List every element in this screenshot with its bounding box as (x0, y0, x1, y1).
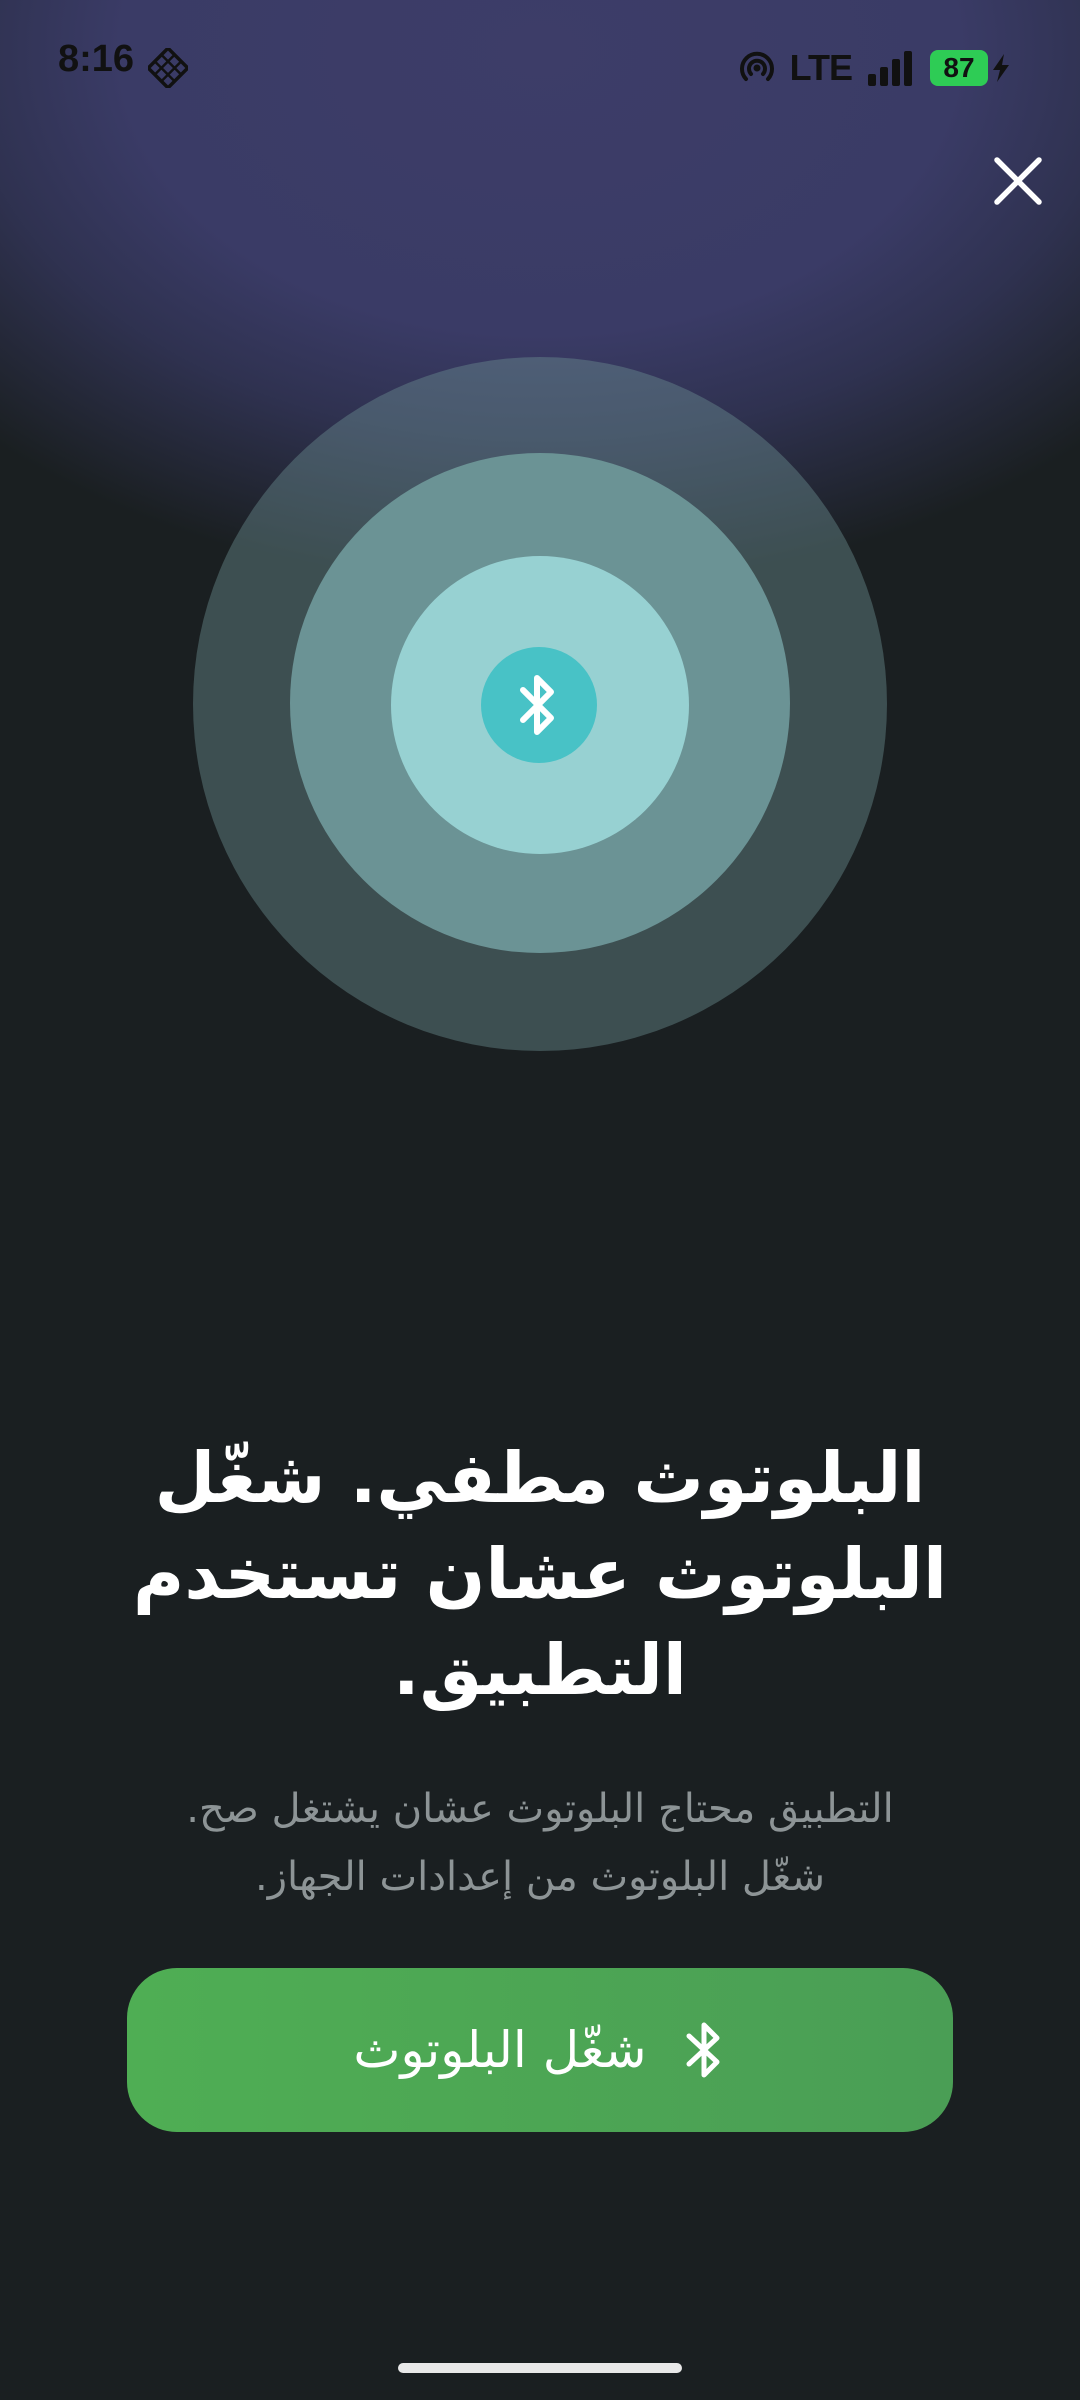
enable-bluetooth-button[interactable]: شغّل البلوتوث (127, 1968, 953, 2132)
status-bar: 8:16 LTE 87 (0, 0, 1080, 130)
hotspot-icon (739, 51, 774, 81)
bluetooth-icon (520, 675, 554, 735)
home-indicator[interactable] (398, 2363, 682, 2373)
bolt-icon (993, 54, 1009, 82)
status-time: 8:16 (58, 38, 135, 80)
network-type: LTE (789, 47, 853, 88)
signal-icon (868, 51, 912, 86)
enable-bluetooth-label: شغّل البلوتوث (353, 2021, 647, 2079)
status-indicators: LTE 87 (738, 44, 1012, 92)
bluetooth-off-screen: 8:16 LTE 87 البلوتوث مطفي. شغّل البلوتوث… (0, 0, 1080, 2400)
description-line-2: شغّل البلوتوث من إعدادات الجهاز. (254, 1854, 826, 1900)
battery-indicator: 87 (930, 50, 1012, 86)
bluetooth-badge (481, 647, 597, 763)
close-icon (994, 157, 1042, 205)
description: التطبيق محتاج البلوتوث عشان يشتغل صح. شغ… (100, 1775, 980, 1911)
close-button[interactable] (985, 148, 1051, 214)
diamond-grid-icon (148, 48, 188, 88)
bluetooth-icon (686, 2022, 720, 2078)
description-line-1: التطبيق محتاج البلوتوث عشان يشتغل صح. (186, 1786, 894, 1832)
headline: البلوتوث مطفي. شغّل البلوتوث عشان تستخدم… (133, 1437, 947, 1711)
battery-level: 87 (930, 50, 988, 86)
